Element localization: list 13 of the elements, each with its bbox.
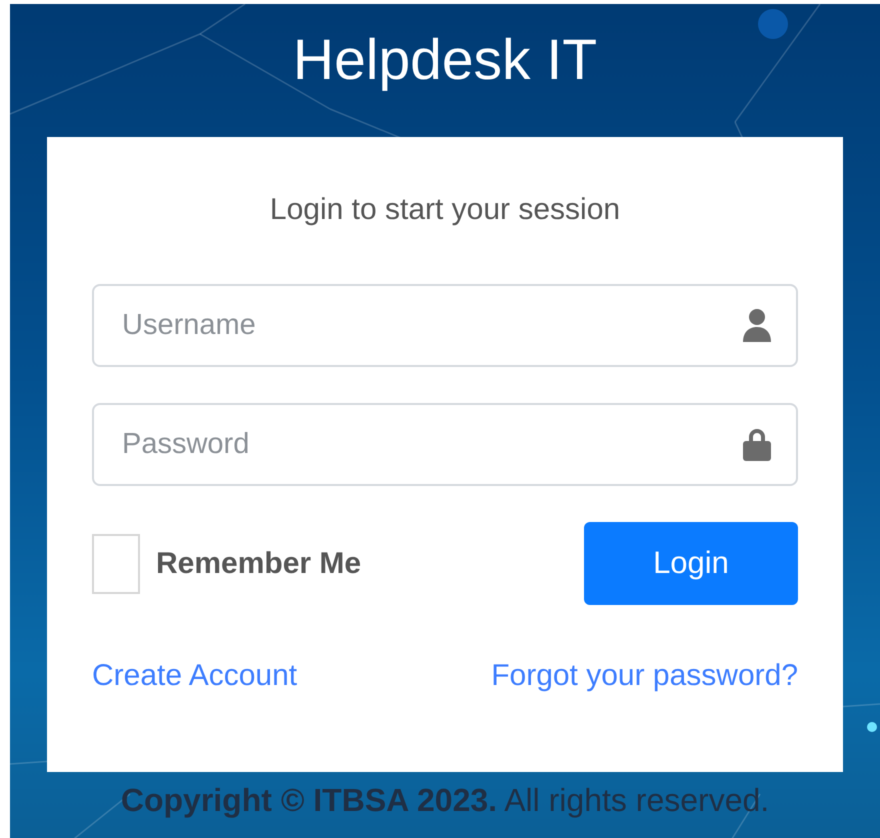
logo-suffix: IT [546,28,598,92]
login-message: Login to start your session [268,192,622,228]
lock-icon [742,427,772,461]
password-field[interactable]: Password [92,403,798,486]
create-account-link[interactable]: Create Account [92,653,298,698]
login-button[interactable]: Login [584,522,798,605]
forgot-password-link[interactable]: Forgot your password? [491,653,798,698]
username-field[interactable]: Username [92,284,798,367]
remember-label: Remember Me [156,546,362,582]
logo-text: Helpdesk [292,28,531,92]
user-icon [742,308,772,342]
remember-checkbox[interactable] [92,534,140,594]
copyright-text: Copyright © ITBSA 2023. All rights reserved. [120,781,770,820]
